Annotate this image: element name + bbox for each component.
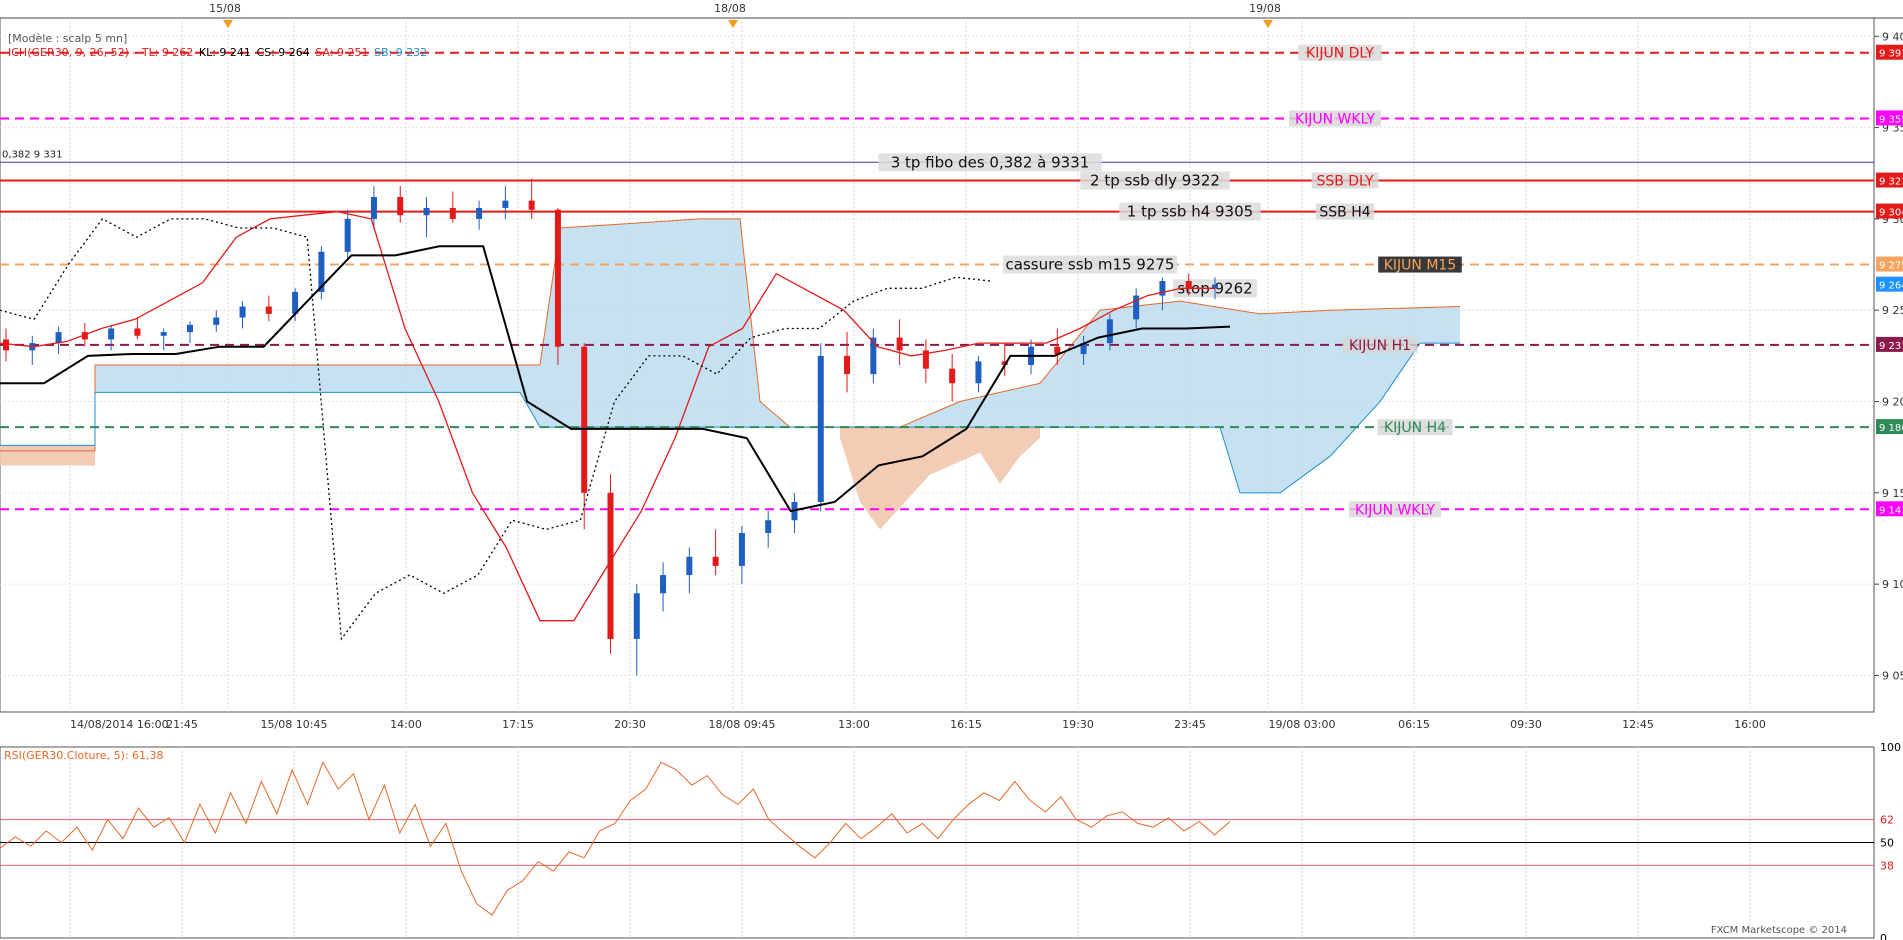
copyright-footer: FXCM Marketscope © 2014 <box>1710 925 1847 936</box>
candle-body <box>896 337 903 351</box>
candle-body <box>186 324 193 333</box>
x-tick-label: 17:15 <box>502 718 534 731</box>
price-tag-label: 9 141 <box>1879 505 1903 516</box>
candle-body <box>344 218 351 252</box>
candle-body <box>213 317 220 325</box>
candle-body <box>633 593 640 639</box>
candle-body <box>108 328 115 340</box>
x-tick-label: 19/08 03:00 <box>1269 718 1336 731</box>
rsi-title: RSI(GER30.Cloture, 5): 61,38 <box>4 749 164 762</box>
price-tag-label: 9 321 <box>1879 177 1903 188</box>
senkou-a-value: SA: 9 251 <box>315 46 369 59</box>
price-tag-label: 9 304 <box>1879 208 1903 219</box>
candle-body <box>3 339 9 351</box>
rsi-tick-label: 0 <box>1880 932 1887 940</box>
candle-body <box>738 533 745 566</box>
x-tick-label: 12:45 <box>1622 718 1654 731</box>
rsi-tick-label: 100 <box>1880 741 1901 754</box>
x-tick-label: 23:45 <box>1174 718 1206 731</box>
candle-body <box>765 520 772 534</box>
candle-body <box>817 355 824 502</box>
x-tick-label: 14/08/2014 16:00 <box>70 718 169 731</box>
y-tick-label: 9 100 <box>1882 578 1903 591</box>
x-tick-label: 16:15 <box>950 718 982 731</box>
candle-body <box>1106 319 1113 344</box>
candle-body <box>55 332 62 344</box>
level-label: KIJUN WKLY <box>1295 111 1376 127</box>
rsi-tick-label: 38 <box>1880 859 1894 872</box>
candle-body <box>397 196 404 216</box>
fibo-label: 0,382 9 331 <box>2 149 62 160</box>
candle-body <box>607 492 614 639</box>
candle-body <box>949 368 956 384</box>
level-label: SSB H4 <box>1319 205 1370 221</box>
level-label: KIJUN M15 <box>1384 258 1457 274</box>
price-tag-label: 9 186 <box>1879 423 1903 434</box>
candle-body <box>370 196 377 219</box>
kijun-value: KL: 9 241 <box>198 46 251 59</box>
annotation-label: 1 tp ssb h4 9305 <box>1127 203 1253 221</box>
x-tick-label: 14:00 <box>390 718 422 731</box>
level-label: KIJUN WKLY <box>1355 502 1436 518</box>
chikou-value: CS: 9 264 <box>256 46 310 59</box>
candle-body <box>449 207 456 219</box>
y-tick-label: 9 150 <box>1882 487 1903 500</box>
x-tick-label: 16:00 <box>1734 718 1766 731</box>
top-date-label: 15/08 <box>209 2 241 15</box>
candle-body <box>686 556 693 576</box>
y-tick-label: 9 400 <box>1882 30 1903 43</box>
candle-body <box>844 355 851 375</box>
x-tick-label: 15/08 10:45 <box>261 718 328 731</box>
y-tick-label: 9 050 <box>1882 669 1903 682</box>
top-date-label: 19/08 <box>1249 2 1281 15</box>
x-tick-label: 19:30 <box>1062 718 1094 731</box>
y-tick-label: 9 250 <box>1882 304 1903 317</box>
candle-body <box>476 207 483 219</box>
candle-body <box>660 575 667 594</box>
price-tag-label: 9 391 <box>1879 49 1903 60</box>
x-tick-label: 06:15 <box>1398 718 1430 731</box>
rsi-tick-label: 50 <box>1880 837 1894 850</box>
rsi-tick-label: 62 <box>1880 814 1894 827</box>
y-tick-label: 9 200 <box>1882 396 1903 409</box>
annotation-label: 3 tp fibo des 0,382 à 9331 <box>891 153 1090 171</box>
x-tick-label: 20:30 <box>614 718 646 731</box>
candle-body <box>160 332 167 336</box>
tenkan-value: TL: 9 262 <box>141 46 194 59</box>
x-tick-label: 21:45 <box>166 718 198 731</box>
candle-body <box>712 556 719 566</box>
price-tag-label: 9 264 <box>1879 281 1903 292</box>
senkou-b-value: SB: 9 232 <box>374 46 428 59</box>
level-label: KIJUN DLY <box>1306 46 1374 62</box>
x-tick-label: 18/08 09:45 <box>709 718 776 731</box>
candle-body <box>1185 280 1192 289</box>
candle-body <box>554 209 561 347</box>
price-tag-label: 9 231 <box>1879 341 1903 352</box>
candle-body <box>423 207 430 216</box>
annotation-label: 2 tp ssb dly 9322 <box>1090 172 1220 190</box>
candle-body <box>502 200 509 208</box>
kumo-cloud-bearish-left <box>0 445 95 466</box>
level-label: KIJUN H4 <box>1384 420 1446 436</box>
indicator-legend: ICH(GER30, 9, 26, 52) - TL: 9 262 KL: 9 … <box>8 46 429 59</box>
price-tag-label: 9 275 <box>1879 261 1903 272</box>
model-label: [Modèle : scalp 5 mn] <box>8 32 128 45</box>
candle-body <box>239 306 246 318</box>
level-label: KIJUN H1 <box>1349 338 1411 354</box>
price-tag-label: 9 355 <box>1879 114 1903 125</box>
annotation-label: cassure ssb m15 9275 <box>1006 256 1175 274</box>
price-chart[interactable]: 14/08/2014 16:0021:45 15/08 10:45 14:00 17:… <box>0 0 1903 940</box>
candle-body <box>975 361 982 384</box>
candle-body <box>581 346 588 493</box>
x-tick-label: 13:00 <box>838 718 870 731</box>
candle-body <box>265 306 272 314</box>
indicator-name: ICH(GER30, 9, 26, 52) - <box>8 46 137 59</box>
top-date-label: 18/08 <box>714 2 746 15</box>
candle-body <box>528 200 535 210</box>
level-label: SSB DLY <box>1316 174 1374 190</box>
candle-body <box>134 328 141 336</box>
x-tick-label: 09:30 <box>1510 718 1542 731</box>
